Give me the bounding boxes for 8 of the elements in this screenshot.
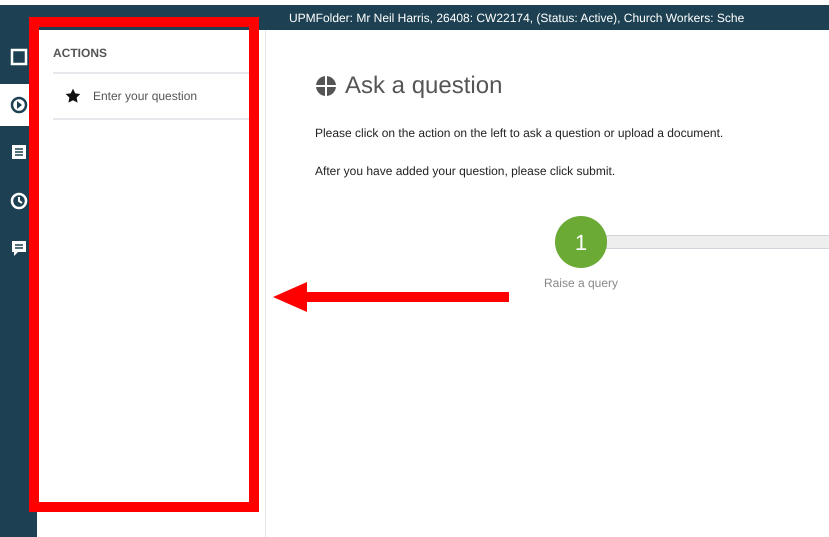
instruction-text: Please click on the action on the left to ask a question or upload a document.: [315, 125, 724, 142]
panel-heading: ACTIONS: [53, 44, 249, 74]
step-label: Raise a query: [544, 275, 618, 292]
page-title: Ask a question: [345, 71, 502, 101]
header-title: UPMFolder: Mr Neil Harris, 26408: CW22174, (Status: Active), Church Workers: Sche: [289, 10, 744, 26]
star-icon: [65, 88, 81, 104]
instruction-text: After you have added your question, please click submit.: [315, 163, 616, 180]
action-item[interactable]: Enter your question: [53, 74, 249, 120]
